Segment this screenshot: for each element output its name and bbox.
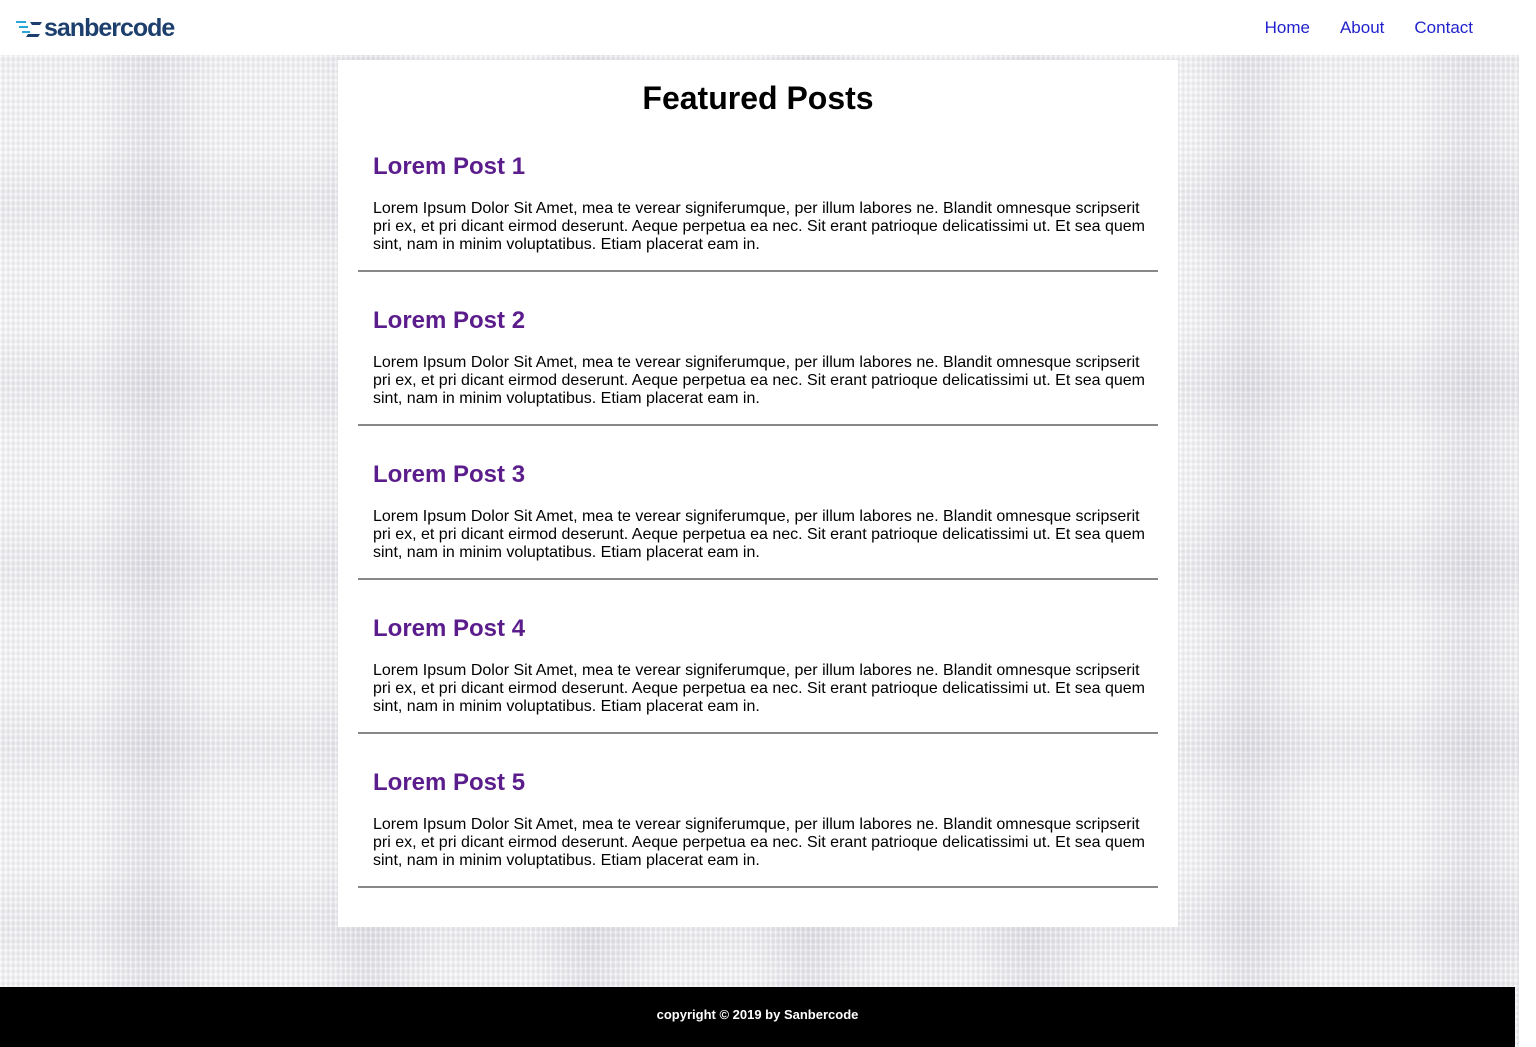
- featured-posts-panel: Featured Posts Lorem Post 1 Lorem Ipsum D…: [338, 60, 1178, 927]
- post-title[interactable]: Lorem Post 3: [373, 461, 525, 489]
- post-body: Lorem Ipsum Dolor Sit Amet, mea te verea…: [373, 508, 1145, 561]
- logo-wordmark: sanbercode: [44, 14, 175, 42]
- post-title[interactable]: Lorem Post 4: [373, 615, 525, 643]
- logo-speed-icon: [16, 16, 46, 40]
- post-item: Lorem Post 5 Lorem Ipsum Dolor Sit Amet, …: [358, 736, 1158, 888]
- post-item: Lorem Post 1 Lorem Ipsum Dolor Sit Amet, …: [358, 120, 1158, 272]
- post-title[interactable]: Lorem Post 5: [373, 769, 525, 797]
- post-body: Lorem Ipsum Dolor Sit Amet, mea te verea…: [373, 662, 1145, 715]
- post-title[interactable]: Lorem Post 2: [373, 307, 525, 335]
- post-body: Lorem Ipsum Dolor Sit Amet, mea te verea…: [373, 200, 1145, 253]
- top-navbar: sanbercode Home About Contact: [0, 0, 1519, 55]
- main-nav: Home About Contact: [1265, 18, 1473, 38]
- post-body: Lorem Ipsum Dolor Sit Amet, mea te verea…: [373, 816, 1145, 869]
- post-title[interactable]: Lorem Post 1: [373, 153, 525, 181]
- footer: copyright © 2019 by Sanbercode: [0, 987, 1515, 1047]
- nav-contact-link[interactable]: Contact: [1414, 18, 1473, 38]
- post-item: Lorem Post 4 Lorem Ipsum Dolor Sit Amet, …: [358, 582, 1158, 734]
- logo[interactable]: sanbercode: [16, 13, 175, 43]
- nav-home-link[interactable]: Home: [1265, 18, 1310, 38]
- page-title: Featured Posts: [642, 80, 874, 116]
- post-body: Lorem Ipsum Dolor Sit Amet, mea te verea…: [373, 354, 1145, 407]
- nav-about-link[interactable]: About: [1340, 18, 1384, 38]
- post-item: Lorem Post 2 Lorem Ipsum Dolor Sit Amet, …: [358, 274, 1158, 426]
- copyright-text: copyright © 2019 by Sanbercode: [656, 1007, 859, 1022]
- post-item: Lorem Post 3 Lorem Ipsum Dolor Sit Amet, …: [358, 428, 1158, 580]
- scrollbar-gutter: [1519, 0, 1536, 1047]
